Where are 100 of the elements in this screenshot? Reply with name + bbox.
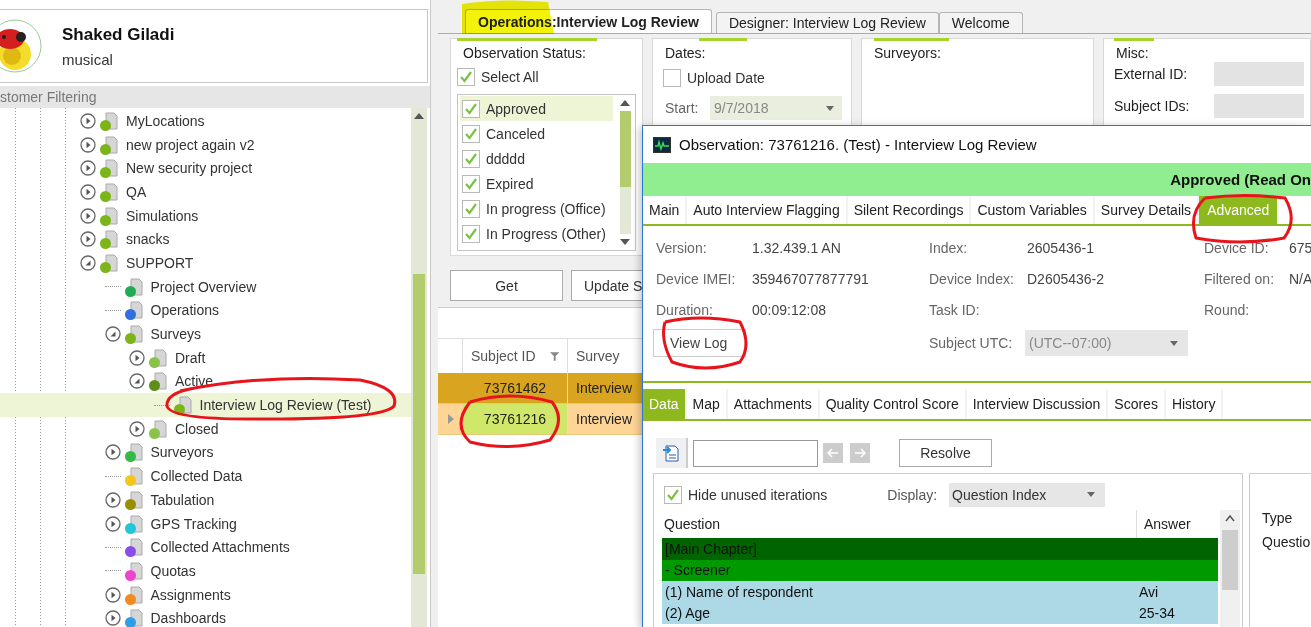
scroll-up-icon[interactable] <box>620 99 630 108</box>
tree-label: QA <box>126 183 147 200</box>
checkbox[interactable] <box>462 99 480 118</box>
expander-icon[interactable] <box>80 112 96 129</box>
checkbox[interactable] <box>462 174 480 193</box>
expander-icon[interactable] <box>104 515 121 532</box>
table-row[interactable]: (1) Name of respondent Avi <box>662 581 1218 603</box>
checkbox[interactable] <box>462 224 480 243</box>
input-field[interactable] <box>1214 62 1304 86</box>
list-item[interactable]: In Progress (Other) <box>460 221 613 247</box>
tree-label: Simulations <box>126 207 199 224</box>
tree-item[interactable]: Surveyors <box>0 440 411 465</box>
export-icon[interactable] <box>661 443 681 463</box>
tree-item[interactable]: Assignments <box>0 582 411 607</box>
tree-item[interactable]: Closed <box>0 416 411 441</box>
list-item[interactable]: Approved <box>460 96 613 122</box>
field-label: Filtered on: <box>1204 270 1276 287</box>
action-button[interactable]: Get <box>450 270 563 301</box>
user-name: Shaked Giladi <box>62 24 175 45</box>
resolve-button[interactable]: Resolve <box>899 439 992 467</box>
property-label: Type <box>1262 510 1294 526</box>
checkbox-label: Select All <box>481 69 539 86</box>
tree-item[interactable]: QA <box>0 180 411 204</box>
checkbox[interactable] <box>664 485 682 504</box>
tree-item[interactable]: MyLocations <box>0 109 411 133</box>
tree-item[interactable]: New security project <box>0 156 411 181</box>
scrollbar-thumb[interactable] <box>413 274 425 574</box>
tree-item[interactable]: SUPPORT <box>0 251 411 275</box>
scrollbar-thumb[interactable] <box>1222 530 1238 590</box>
expander-icon[interactable] <box>80 160 96 177</box>
table-cell-text: (2) Age <box>665 605 712 622</box>
tree-item[interactable]: Dashboards <box>0 606 411 627</box>
list-item[interactable]: In progress (Office) <box>460 196 613 222</box>
scrollbar-thumb[interactable] <box>619 111 631 188</box>
expander-icon[interactable] <box>104 326 121 343</box>
tab[interactable]: Welcome <box>938 12 1023 33</box>
section-title: stomer Filtering <box>0 89 97 105</box>
user-subtitle: musical <box>62 50 114 68</box>
expander-icon[interactable] <box>129 420 145 437</box>
expander-icon[interactable] <box>80 136 96 153</box>
status-text: Approved (Read On <box>1170 171 1311 188</box>
expander-icon[interactable] <box>80 231 96 248</box>
list-item[interactable]: Canceled <box>460 121 613 147</box>
checkbox[interactable] <box>462 199 480 218</box>
field-label: Version: <box>656 239 708 256</box>
tree-item[interactable]: Interview Log Review (Test) <box>0 393 411 417</box>
tab[interactable]: Main <box>643 196 688 224</box>
checkbox-label: ddddd <box>486 150 525 167</box>
search-field[interactable] <box>693 439 818 467</box>
checkbox[interactable] <box>663 68 681 87</box>
tree-label: MyLocations <box>126 112 205 129</box>
scroll-up-icon[interactable] <box>1225 514 1235 522</box>
expander-icon[interactable] <box>129 349 145 366</box>
expander-icon[interactable] <box>80 254 96 271</box>
tree-item[interactable]: Surveys <box>0 322 411 346</box>
scroll-down-icon[interactable] <box>620 238 630 246</box>
tree-item[interactable]: new project again v2 <box>0 132 411 157</box>
tree-item[interactable]: Collected Attachments <box>0 535 411 560</box>
expander-icon[interactable] <box>104 586 121 603</box>
scrollbar[interactable] <box>1220 510 1240 627</box>
expander-icon[interactable] <box>80 207 96 224</box>
expander-icon[interactable] <box>80 183 96 200</box>
tree-item[interactable]: Active <box>0 369 411 394</box>
list-item[interactable]: ddddd <box>460 146 613 172</box>
table-row[interactable]: (2) Age 25-34 <box>662 602 1218 624</box>
tree-item[interactable]: Quotas <box>0 559 411 583</box>
tree-item[interactable]: Operations <box>0 298 411 323</box>
view-log-button[interactable]: View Log <box>653 329 746 357</box>
tree-label: Active <box>175 373 214 390</box>
expander-icon[interactable] <box>104 610 121 627</box>
field-label: Duration: <box>656 301 714 318</box>
tree-item[interactable]: Tabulation <box>0 488 411 512</box>
tree-label: Dashboards <box>150 610 226 627</box>
left-arrow-icon <box>827 448 839 458</box>
tree-item[interactable]: GPS Tracking <box>0 511 411 536</box>
checkbox[interactable] <box>462 124 480 143</box>
expander-icon[interactable] <box>129 373 145 390</box>
tree-item[interactable]: Collected Data <box>0 464 411 488</box>
display-dropdown[interactable]: Question Index <box>949 482 1106 507</box>
field-value: 1.32.439.1 AN <box>752 239 842 256</box>
scrollbar[interactable] <box>411 108 427 627</box>
tree-item[interactable]: Simulations <box>0 203 411 228</box>
tree-label: Interview Log Review (Test) <box>199 397 372 414</box>
input-field[interactable] <box>1214 94 1304 118</box>
checkbox-label: In progress (Office) <box>486 200 606 217</box>
expander-icon[interactable] <box>104 444 121 461</box>
tree-item[interactable]: snacks <box>0 227 411 252</box>
table-row[interactable]: - Screener <box>662 559 1218 581</box>
checkbox[interactable] <box>462 149 480 168</box>
table-cell: 73761216 <box>463 404 568 434</box>
row-pointer-icon <box>447 414 454 424</box>
expander-icon[interactable] <box>104 491 121 508</box>
tree-item[interactable]: Draft <box>0 345 411 370</box>
tab[interactable]: Designer: Interview Log Review <box>715 12 939 33</box>
checkbox[interactable] <box>457 68 475 87</box>
scroll-up-icon[interactable] <box>414 112 424 120</box>
tree-item[interactable]: Project Overview <box>0 274 411 299</box>
filter-icon[interactable] <box>549 351 559 361</box>
tree-label: Draft <box>175 349 206 366</box>
list-item[interactable]: Expired <box>460 171 613 197</box>
